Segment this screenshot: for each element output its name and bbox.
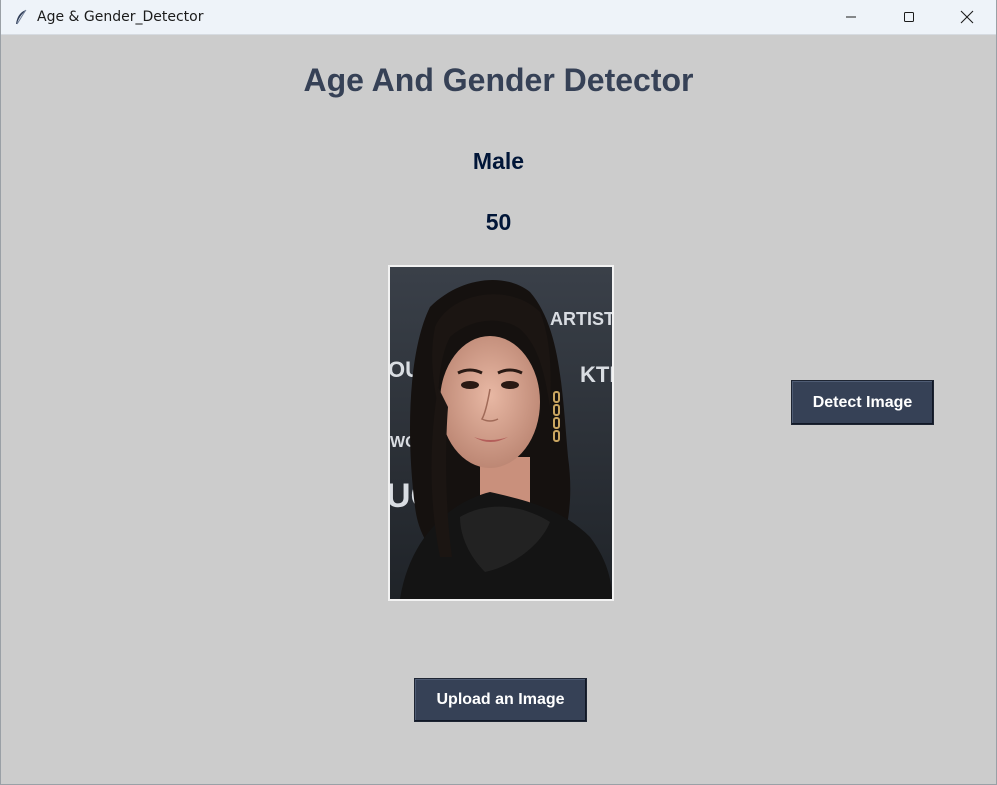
gender-result-label: Male: [472, 148, 525, 174]
title-bar[interactable]: Age & Gender_Detector: [1, 0, 996, 35]
feather-icon: [13, 9, 29, 25]
minimize-button[interactable]: [822, 0, 880, 34]
backdrop-text: KTI: [580, 362, 612, 387]
maximize-button[interactable]: [880, 0, 938, 34]
uploaded-photo: ARTISTS KTI OU WO UC: [388, 265, 614, 601]
upload-image-button[interactable]: Upload an Image: [414, 678, 587, 722]
maximize-icon: [904, 12, 914, 22]
page-title: Age And Gender Detector: [303, 62, 694, 98]
app-window: Age & Gender_Detector Age And Gender Det…: [0, 0, 997, 785]
window-title: Age & Gender_Detector: [37, 9, 204, 25]
close-button[interactable]: [938, 0, 996, 34]
close-icon: [960, 10, 974, 24]
detect-image-button[interactable]: Detect Image: [791, 380, 934, 425]
backdrop-text: ARTISTS: [550, 309, 612, 329]
minimize-icon: [846, 16, 856, 18]
age-result-label: 50: [485, 209, 512, 235]
window-controls: [822, 0, 996, 34]
